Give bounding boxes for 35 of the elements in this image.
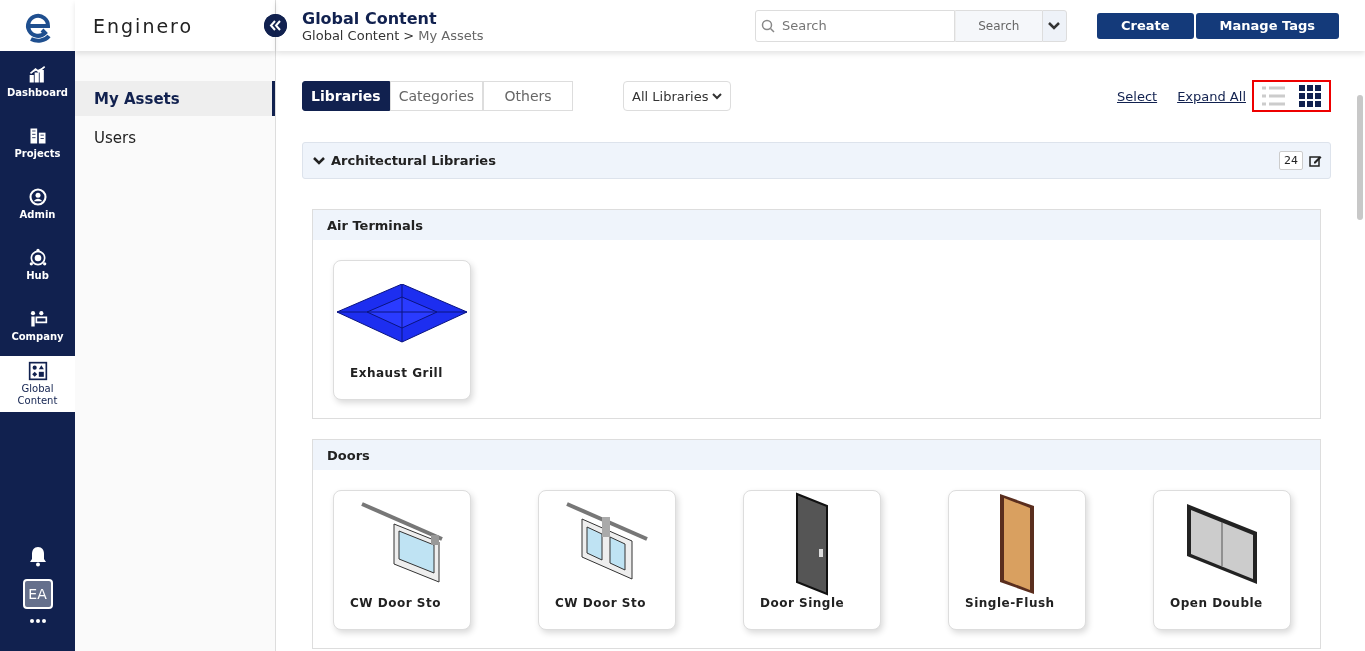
asset-card[interactable]: CW Door Sto xyxy=(538,490,676,630)
toolbar-link[interactable]: Select xyxy=(1117,88,1158,104)
rail-nav-item[interactable]: Admin xyxy=(0,173,75,234)
rail-nav-item[interactable]: Dashboard xyxy=(0,51,75,112)
tab[interactable]: Libraries xyxy=(302,81,390,111)
user-avatar[interactable]: EA xyxy=(22,579,53,609)
breadcrumb-link[interactable]: My Assets xyxy=(418,27,484,43)
rail-nav-item[interactable]: Company xyxy=(0,295,75,356)
asset-card[interactable]: Single-Flush xyxy=(948,490,1086,630)
tab[interactable]: Categories xyxy=(389,81,484,111)
group-title: Doors xyxy=(313,440,1320,470)
page-title: Global Content xyxy=(302,8,438,28)
library-header[interactable]: Architectural Libraries 24 xyxy=(302,142,1331,179)
sidebar-item[interactable]: My Assets xyxy=(75,81,275,116)
rail-nav-item[interactable]: Hub xyxy=(0,234,75,295)
library-title: Architectural Libraries xyxy=(331,153,497,168)
header-button[interactable]: Create xyxy=(1097,12,1194,39)
tab[interactable]: Others xyxy=(483,81,574,111)
library-filter-dropdown[interactable]: All Libraries xyxy=(623,81,731,111)
search-scope[interactable]: Search xyxy=(955,9,1042,42)
breadcrumb-link[interactable]: Global Content xyxy=(302,27,400,43)
sidebar-item[interactable]: Users xyxy=(75,120,275,155)
asset-card[interactable]: Exhaust Grill xyxy=(333,260,471,400)
breadcrumb-separator: > xyxy=(403,27,415,43)
header-button[interactable]: Manage Tags xyxy=(1195,12,1339,39)
toolbar-link[interactable]: Expand All xyxy=(1177,88,1246,104)
search-field[interactable]: Search xyxy=(755,9,955,42)
asset-card[interactable]: CW Door Sto xyxy=(333,490,471,630)
group-title: Air Terminals xyxy=(313,210,1320,240)
asset-card[interactable]: Open Double xyxy=(1153,490,1291,630)
item-count: 24 xyxy=(1279,151,1303,170)
rail-nav-item[interactable]: Global Content xyxy=(0,356,75,412)
rail-nav-item[interactable]: Projects xyxy=(0,112,75,173)
brand-name: Enginero xyxy=(93,14,194,37)
asset-card[interactable]: Door Single xyxy=(743,490,881,630)
